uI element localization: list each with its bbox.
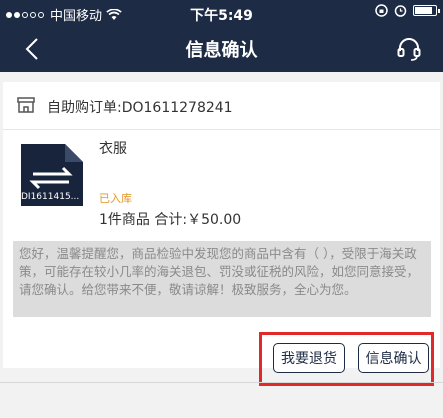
- product-name: 衣服: [99, 141, 127, 157]
- product-status: 已入库: [99, 192, 132, 205]
- notice-text: 您好，温馨提醒您，商品检验中发现您的商品中含有（ ），受限于海关政策，可能存在较…: [13, 241, 431, 317]
- product-total: 1件商品 合计:￥50.00: [99, 212, 242, 228]
- order-number: 自助购订单:DO1611278241: [47, 100, 233, 116]
- headset-icon[interactable]: [395, 35, 423, 63]
- divider: [0, 382, 443, 383]
- page-title: 信息确认: [185, 40, 258, 61]
- order-card: 自助购订单:DO1611278241 DI1611415... 衣服 已入库 1…: [3, 82, 440, 386]
- battery-icon: [413, 5, 440, 16]
- alarm-icon: [394, 5, 407, 17]
- confirm-info-button[interactable]: 信息确认: [358, 343, 429, 373]
- store-icon: [17, 97, 35, 113]
- status-right: [375, 4, 440, 17]
- return-button[interactable]: 我要退货: [273, 343, 345, 373]
- status-bar: 中国移动 下午5:49: [0, 0, 443, 26]
- rotation-lock-icon: [375, 4, 388, 17]
- product-image-label: DI1611415...: [21, 192, 80, 202]
- nav-bar: 信息确认: [0, 26, 443, 72]
- order-header: 自助购订单:DO1611278241: [3, 82, 440, 130]
